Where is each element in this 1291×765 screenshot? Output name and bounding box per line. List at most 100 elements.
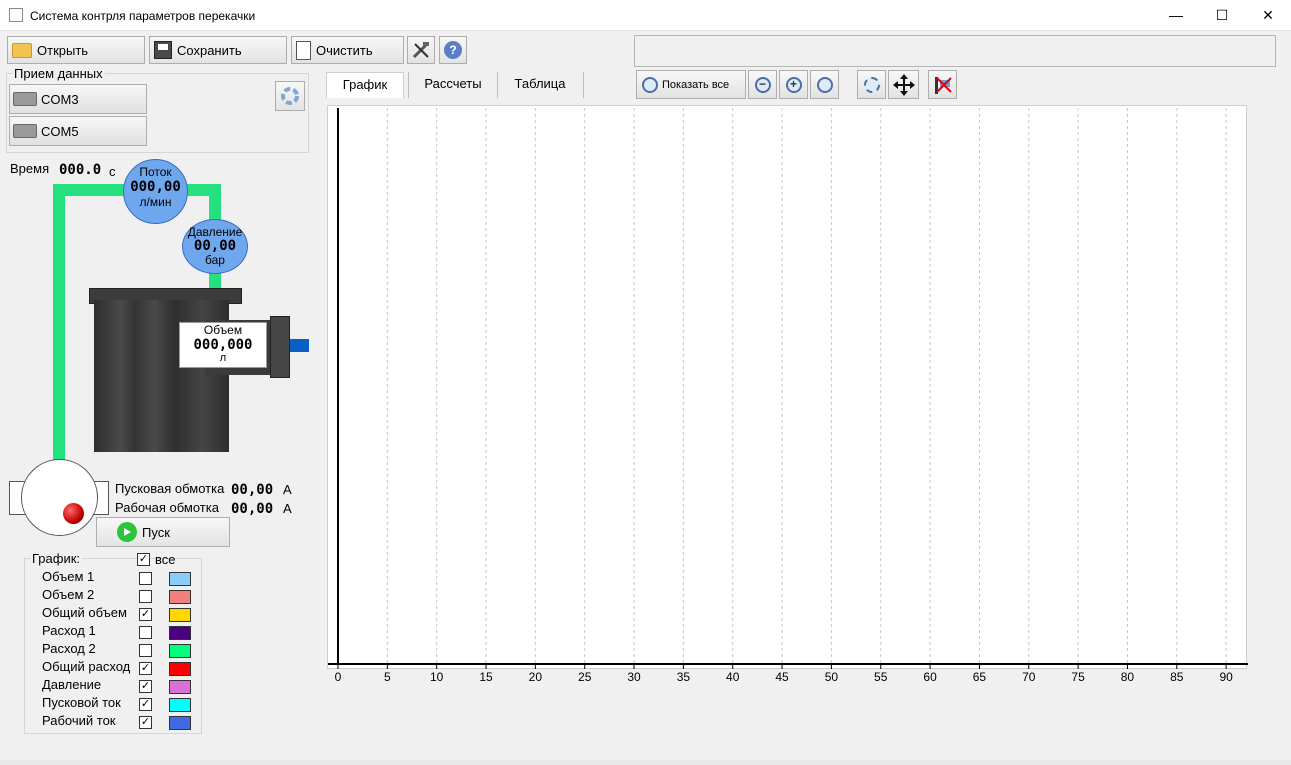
zoom-region-icon xyxy=(863,76,880,93)
show-all-button[interactable]: Показать все xyxy=(636,70,746,99)
bottom-edge xyxy=(0,760,1291,765)
pressure-value: 00,00 xyxy=(193,238,237,254)
chart-area[interactable] xyxy=(327,105,1248,669)
start-winding-value: 00,00 xyxy=(231,482,274,498)
flow-unit: л/мин xyxy=(139,195,172,209)
x-tick-label: 20 xyxy=(528,670,543,684)
help-button[interactable]: ? xyxy=(439,36,467,64)
settings-button[interactable] xyxy=(407,36,435,64)
save-button[interactable]: Сохранить xyxy=(149,36,287,64)
legend-item-color-swatch[interactable] xyxy=(169,680,191,694)
pipe-vertical-left xyxy=(53,184,65,464)
legend-item-checkbox[interactable] xyxy=(139,590,152,603)
legend-item-color-swatch[interactable] xyxy=(169,608,191,622)
x-tick-label: 15 xyxy=(479,670,493,684)
legend-item-checkbox[interactable]: ✓ xyxy=(139,680,152,693)
open-button[interactable]: Открыть xyxy=(7,36,145,64)
time-value: 000.0 xyxy=(59,162,102,178)
legend-item-label: Общий объем xyxy=(42,605,127,620)
play-icon xyxy=(117,522,137,542)
legend-item-checkbox[interactable]: ✓ xyxy=(139,608,152,621)
pressure-label: Давление xyxy=(187,225,243,239)
legend-item-color-swatch[interactable] xyxy=(169,698,191,712)
legend-item-label: Давление xyxy=(42,677,102,692)
refresh-button[interactable] xyxy=(275,81,305,111)
pressure-unit: бар xyxy=(205,253,225,267)
legend-item-checkbox[interactable]: ✓ xyxy=(139,698,152,711)
legend-item-color-swatch[interactable] xyxy=(169,716,191,730)
window-title: Система контрля параметров перекачки xyxy=(30,9,256,23)
pressure-gauge: Давление 00,00 бар xyxy=(182,219,248,274)
help-icon: ? xyxy=(444,41,462,59)
legend-item-color-swatch[interactable] xyxy=(169,626,191,640)
legend-all-label: все xyxy=(155,552,176,567)
folder-icon xyxy=(12,42,32,58)
volume-display: Объем 000,000 л xyxy=(179,322,267,368)
legend-all-checkbox[interactable]: ✓ xyxy=(137,553,150,566)
legend-item-label: Рабочий ток xyxy=(42,713,116,728)
tank-flange xyxy=(270,316,290,378)
tab-separator xyxy=(583,72,584,98)
zoom-in-icon: + xyxy=(785,76,802,93)
legend-item-label: Общий расход xyxy=(42,659,131,674)
outlet-pipe xyxy=(290,339,309,352)
x-tick-label: 5 xyxy=(383,670,391,684)
volume-value: 000,000 xyxy=(193,337,253,353)
tab-table[interactable]: Таблица xyxy=(500,72,580,98)
legend-item-checkbox[interactable]: ✓ xyxy=(139,716,152,729)
x-tick-label: 50 xyxy=(824,670,839,684)
x-tick-label: 80 xyxy=(1120,670,1135,684)
work-winding-unit: А xyxy=(283,501,292,516)
legend-item-label: Объем 1 xyxy=(42,569,95,584)
legend-item-checkbox[interactable] xyxy=(139,626,152,639)
tab-separator xyxy=(408,72,409,98)
pan-button[interactable] xyxy=(888,70,919,99)
zoom-window-button[interactable] xyxy=(810,70,839,99)
time-unit: с xyxy=(109,164,116,179)
x-tick-label: 0 xyxy=(334,670,342,684)
legend-item-checkbox[interactable] xyxy=(139,572,152,585)
zoom-fit-icon xyxy=(642,76,658,93)
minimize-button[interactable]: — xyxy=(1153,0,1199,31)
refresh-icon xyxy=(281,87,299,105)
work-winding-value: 00,00 xyxy=(231,501,274,517)
zoom-region-button[interactable] xyxy=(857,70,886,99)
zoom-in-button[interactable]: + xyxy=(779,70,808,99)
x-tick-label: 60 xyxy=(923,670,937,684)
zoom-out-icon: − xyxy=(754,76,771,93)
clear-button[interactable]: Очистить xyxy=(291,36,404,64)
clear-cursor-button[interactable] xyxy=(928,70,957,99)
x-tick-label: 55 xyxy=(874,670,888,684)
com3-button[interactable]: COM3 xyxy=(9,84,147,114)
maximize-button[interactable]: ☐ xyxy=(1199,0,1245,31)
flow-gauge: Поток 000,00 л/мин xyxy=(123,159,188,224)
com3-label: COM3 xyxy=(41,91,79,107)
legend-item-color-swatch[interactable] xyxy=(169,590,191,604)
floppy-icon xyxy=(154,41,172,59)
tab-graph[interactable]: График xyxy=(326,72,404,98)
close-button[interactable]: ✕ xyxy=(1245,0,1291,31)
save-button-label: Сохранить xyxy=(177,42,242,58)
plug-icon xyxy=(13,124,37,138)
com5-label: COM5 xyxy=(41,123,79,139)
legend-item-checkbox[interactable] xyxy=(139,644,152,657)
legend-item-color-swatch[interactable] xyxy=(169,662,191,676)
com5-button[interactable]: COM5 xyxy=(9,116,147,146)
plug-icon xyxy=(13,92,37,106)
legend-item-label: Объем 2 xyxy=(42,587,95,602)
x-tick-label: 35 xyxy=(676,670,691,684)
flow-value: 000,00 xyxy=(130,179,181,195)
zoom-window-icon xyxy=(816,76,833,93)
tab-calculations[interactable]: Рассчеты xyxy=(412,72,494,98)
legend-item-color-swatch[interactable] xyxy=(169,644,191,658)
x-tick-label: 40 xyxy=(726,670,740,684)
clear-cursor-icon xyxy=(934,76,952,94)
x-tick-label: 75 xyxy=(1071,670,1085,684)
start-button[interactable]: Пуск xyxy=(96,517,230,547)
legend-item-checkbox[interactable]: ✓ xyxy=(139,662,152,675)
tab-separator xyxy=(497,72,498,98)
legend-item-color-swatch[interactable] xyxy=(169,572,191,586)
zoom-out-button[interactable]: − xyxy=(748,70,777,99)
x-tick-label: 90 xyxy=(1219,670,1233,684)
start-button-label: Пуск xyxy=(142,524,170,540)
